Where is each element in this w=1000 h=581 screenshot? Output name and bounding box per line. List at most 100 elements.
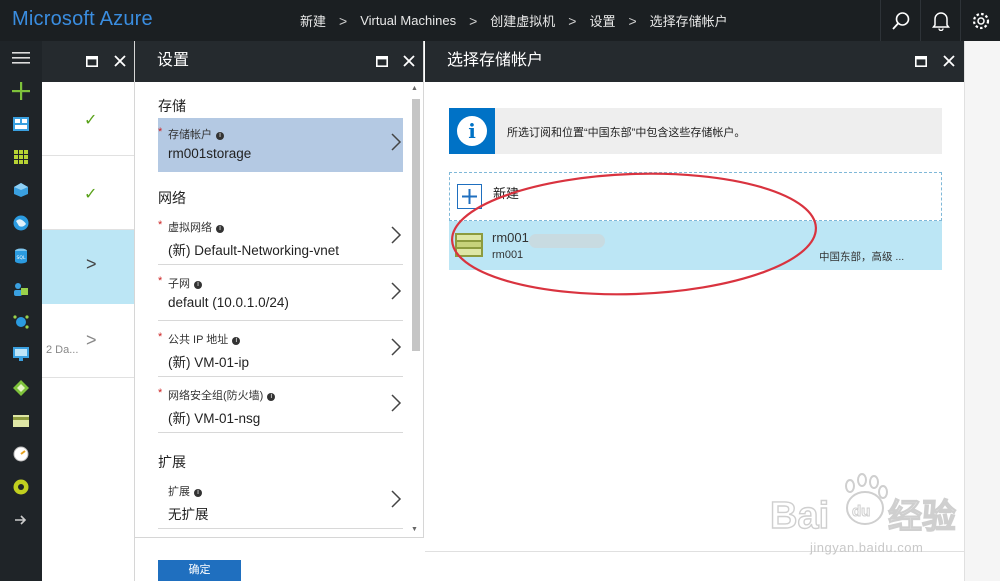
info-icon: i	[449, 108, 495, 154]
gear-icon[interactable]	[960, 0, 1000, 41]
setting-value: (新) VM-01-nsg	[168, 411, 261, 426]
info-icon: i	[194, 281, 202, 289]
list-item-selected[interactable]: >	[42, 230, 134, 304]
maximize-icon[interactable]	[82, 51, 102, 71]
list-item-text: 2 Da...	[46, 344, 79, 356]
settings-blade-footer: 确定	[135, 537, 424, 581]
info-icon: i	[267, 393, 276, 401]
list-item[interactable]: ✓	[42, 156, 134, 230]
info-icon: i	[232, 337, 241, 345]
close-icon[interactable]	[110, 51, 130, 71]
setting-row-virtual-network[interactable]: * 虚拟网络 i (新) Default-Networking-vnet	[158, 211, 403, 265]
breadcrumb-create-vm[interactable]: 创建虚拟机	[490, 11, 555, 30]
breadcrumb-virtual-machines[interactable]: Virtual Machines	[360, 13, 456, 28]
setting-value: 无扩展	[168, 507, 209, 522]
blade-title: 设置	[157, 52, 190, 69]
section-network: 网络	[158, 190, 186, 206]
svg-text:SQL: SQL	[17, 255, 26, 261]
close-icon[interactable]	[939, 51, 959, 71]
setting-label: 扩展 i	[168, 483, 202, 499]
chevron-right-icon	[391, 133, 402, 151]
scroll-up-arrow-icon[interactable]: ▲	[411, 85, 418, 92]
breadcrumb: 新建 > Virtual Machines > 创建虚拟机 > 设置 > 选择存…	[300, 0, 728, 41]
info-icon: i	[216, 225, 224, 233]
maximize-icon[interactable]	[911, 51, 931, 71]
previous-blade: ✓ ✓ > 2 Da... >	[42, 41, 135, 581]
brand-logo[interactable]: Microsoft Azure	[12, 8, 153, 31]
svg-text:Bai: Bai	[770, 495, 829, 537]
setting-row-extensions[interactable]: 扩展 i 无扩展	[158, 475, 403, 529]
info-icon: i	[194, 489, 202, 497]
card-icon[interactable]	[0, 404, 42, 437]
watermark-url: jingyan.baidu.com	[810, 540, 924, 555]
setting-value: default (10.0.1.0/24)	[168, 295, 289, 310]
settings-blade-header: 设置	[135, 41, 423, 82]
section-extensions: 扩展	[158, 454, 186, 470]
scrollbar-thumb[interactable]	[412, 99, 420, 351]
globe-icon[interactable]	[0, 206, 42, 239]
chevron-right-icon: >	[86, 330, 97, 350]
top-icons	[880, 0, 1000, 41]
diamond-icon[interactable]	[0, 371, 42, 404]
close-icon[interactable]	[399, 51, 419, 71]
dashboard-icon[interactable]	[0, 107, 42, 140]
people-icon[interactable]	[0, 272, 42, 305]
setting-row-public-ip[interactable]: * 公共 IP 地址 i (新) VM-01-ip	[158, 323, 403, 377]
storage-account-location: 中国东部，高级 ...	[819, 251, 905, 263]
setting-label: * 网络安全组(防火墙) i	[158, 387, 276, 403]
grid-icon[interactable]	[0, 140, 42, 173]
circle-icon[interactable]	[0, 470, 42, 503]
gauge-icon[interactable]	[0, 437, 42, 470]
checkmark-icon: ✓	[84, 186, 98, 203]
setting-value: (新) VM-01-ip	[168, 355, 250, 370]
chevron-right-icon	[391, 394, 402, 412]
info-banner: i 所选订阅和位置“中国东部”中包含这些存储帐户。	[449, 108, 942, 154]
monitor-icon[interactable]	[0, 338, 42, 371]
breadcrumb-new[interactable]: 新建	[300, 11, 326, 30]
top-bar: Microsoft Azure 新建 > Virtual Machines > …	[0, 0, 1000, 41]
chevron-right-icon	[391, 282, 402, 300]
arrow-icon[interactable]	[0, 503, 42, 536]
setting-label: * 存储帐户 i	[158, 126, 224, 142]
setting-value: (新) Default-Networking-vnet	[168, 243, 340, 258]
chevron-right-icon	[391, 226, 402, 244]
watermark: Bai du 经验 jingyan.baidu.com	[769, 470, 1000, 581]
chevron-right-icon: >	[568, 12, 577, 29]
section-storage: 存储	[158, 98, 186, 114]
setting-row-subnet[interactable]: * 子网 i default (10.0.1.0/24)	[158, 267, 403, 321]
setting-row-storage-account[interactable]: * 存储帐户 i rm001storage	[158, 118, 403, 172]
list-item[interactable]: ✓	[42, 82, 134, 156]
settings-blade-body: 存储 * 存储帐户 i rm001storage 网络 * 虚拟网络 i (新) Def…	[135, 82, 424, 537]
setting-row-network-security-group[interactable]: * 网络安全组(防火墙) i (新) VM-01-nsg	[158, 379, 403, 433]
hamburger-menu-icon[interactable]	[0, 41, 42, 74]
breadcrumb-select-storage[interactable]: 选择存储帐户	[650, 11, 728, 30]
checkmark-icon: ✓	[84, 112, 98, 129]
chevron-right-icon: >	[628, 12, 637, 29]
chevron-right-icon: >	[86, 254, 97, 274]
plus-icon[interactable]	[0, 74, 42, 107]
select-storage-blade-header: 选择存储帐户	[425, 41, 964, 82]
annotation-ellipse	[450, 172, 818, 296]
sql-icon[interactable]: SQL	[0, 239, 42, 272]
previous-blade-header	[42, 41, 134, 82]
svg-text:经验: 经验	[888, 497, 956, 537]
bell-icon[interactable]	[920, 0, 960, 41]
blade-title: 选择存储帐户	[447, 52, 544, 69]
ok-button[interactable]: 确定	[158, 560, 241, 581]
settings-blade: 设置 存储 * 存储帐户 i rm001storage 网络 * 虚拟网络 i (新) …	[135, 41, 424, 581]
network-icon[interactable]	[0, 305, 42, 338]
chevron-right-icon	[391, 338, 402, 356]
chevron-right-icon: >	[339, 12, 348, 29]
scroll-down-arrow-icon[interactable]: ▼	[411, 526, 418, 533]
left-nav-rail: SQL	[0, 41, 42, 581]
chevron-right-icon	[391, 490, 402, 508]
maximize-icon[interactable]	[372, 51, 392, 71]
setting-label: * 虚拟网络 i	[158, 219, 224, 235]
chevron-right-icon: >	[469, 12, 478, 29]
search-icon[interactable]	[880, 0, 920, 41]
breadcrumb-settings[interactable]: 设置	[589, 11, 615, 30]
list-item[interactable]: 2 Da... >	[42, 304, 134, 378]
baidu-watermark-logo: Bai du 经验	[769, 473, 957, 538]
setting-label: * 公共 IP 地址 i	[158, 331, 241, 347]
cube-icon[interactable]	[0, 173, 42, 206]
